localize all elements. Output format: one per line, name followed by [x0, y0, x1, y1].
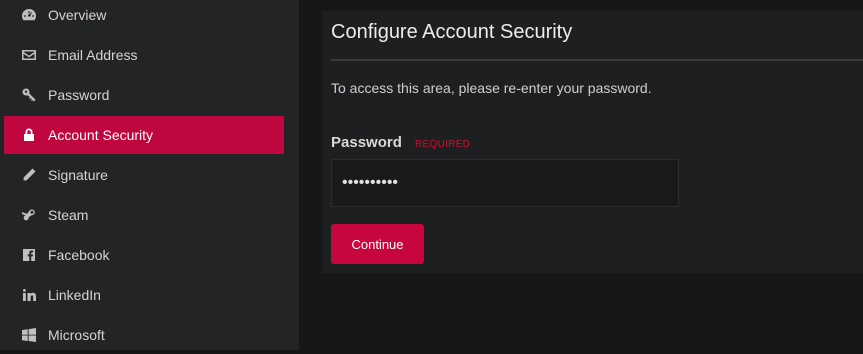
sidebar-item-label: Password [48, 87, 110, 103]
sidebar-item-signature[interactable]: Signature [4, 156, 284, 194]
title-divider [331, 59, 863, 61]
password-label: Password [331, 134, 402, 151]
windows-icon [20, 326, 38, 344]
sidebar-item-label: Signature [48, 167, 108, 183]
sidebar-item-password[interactable]: Password [4, 76, 284, 114]
facebook-icon [20, 246, 38, 264]
sidebar-item-label: Account Security [48, 127, 154, 143]
sidebar-item-label: Steam [48, 207, 89, 223]
envelope-icon [20, 46, 38, 64]
sidebar: Overview Email Address Password Account … [0, 0, 299, 350]
sidebar-item-label: LinkedIn [48, 287, 101, 303]
password-field[interactable] [331, 159, 679, 207]
steam-icon [20, 206, 38, 224]
sidebar-item-overview[interactable]: Overview [4, 0, 284, 34]
sidebar-item-linkedin[interactable]: LinkedIn [4, 276, 284, 314]
dashboard-icon [20, 6, 38, 24]
sidebar-item-label: Email Address [48, 47, 138, 63]
page-title: Configure Account Security [331, 21, 573, 43]
sidebar-item-facebook[interactable]: Facebook [4, 236, 284, 274]
sidebar-item-label: Microsoft [48, 327, 105, 343]
linkedin-icon [20, 286, 38, 304]
continue-button[interactable]: Continue [331, 224, 424, 264]
account-security-panel: Configure Account Security To access thi… [322, 11, 863, 273]
required-badge: REQUIRED [415, 139, 471, 150]
sidebar-item-steam[interactable]: Steam [4, 196, 284, 234]
sidebar-item-label: Overview [48, 7, 107, 23]
pencil-icon [20, 166, 38, 184]
sidebar-item-microsoft[interactable]: Microsoft [4, 316, 284, 354]
panel-description: To access this area, please re-enter you… [331, 80, 652, 96]
sidebar-item-account-security[interactable]: Account Security [4, 116, 284, 154]
sidebar-item-label: Facebook [48, 247, 110, 263]
sidebar-item-email-address[interactable]: Email Address [4, 36, 284, 74]
key-icon [20, 86, 38, 104]
lock-icon [20, 126, 38, 144]
